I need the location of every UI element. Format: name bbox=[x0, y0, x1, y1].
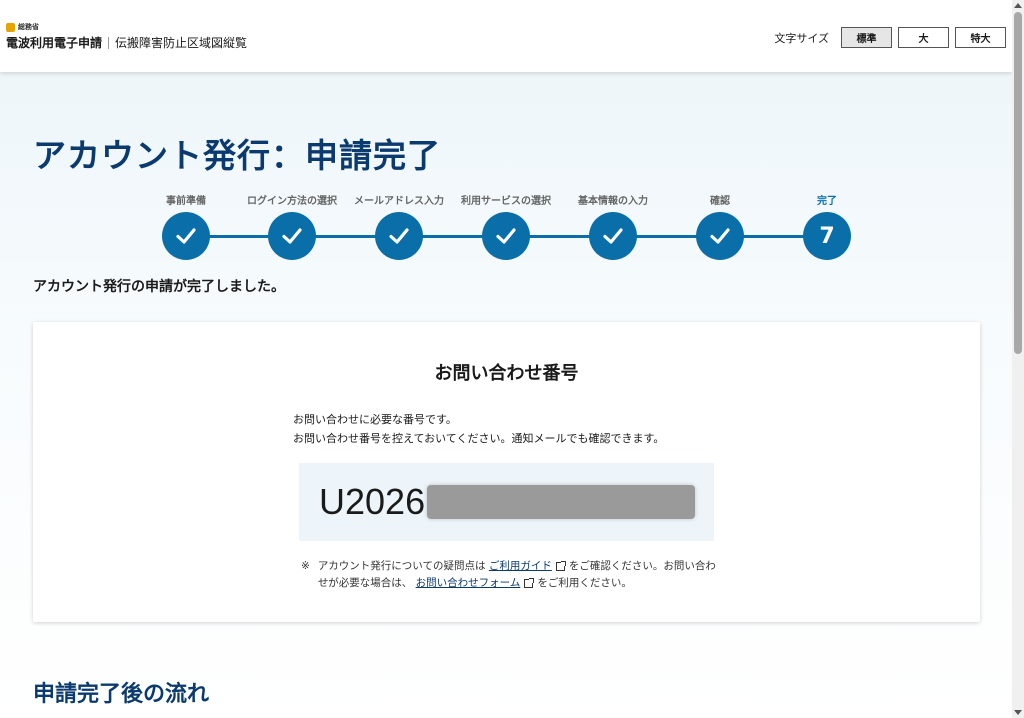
ministry-seal-icon bbox=[6, 22, 15, 32]
brand[interactable]: 総務省 電波利用電子申請 伝搬障害防止区域図縦覧 bbox=[6, 22, 247, 51]
system-title: 電波利用電子申請 bbox=[6, 36, 103, 50]
inquiry-number: U2026 bbox=[319, 481, 426, 522]
system-name: 電波利用電子申請 伝搬障害防止区域図縦覧 bbox=[6, 34, 247, 51]
font-size-label: 文字サイズ bbox=[774, 31, 829, 45]
step-done-check-icon bbox=[589, 212, 637, 260]
step-done-check-icon bbox=[162, 212, 210, 260]
step-label: メールアドレス入力 bbox=[354, 196, 444, 207]
completion-message: アカウント発行の申請が完了しました。 bbox=[33, 279, 285, 295]
inquiry-note: ※ アカウント発行についての疑問点は ご利用ガイド をご確認ください。お問い合わせ… bbox=[301, 558, 721, 592]
inquiry-description: お問い合わせに必要な番号です。 お問い合わせ番号を控えておいてください。通知メー… bbox=[293, 410, 664, 448]
flow-section-title: 申請完了後の流れ bbox=[33, 682, 210, 707]
note-text: をご利用ください。 bbox=[537, 577, 632, 589]
inquiry-number-title: お問い合わせ番号 bbox=[434, 363, 579, 384]
redacted-number-mask bbox=[427, 485, 696, 519]
step-done-check-icon bbox=[375, 212, 423, 260]
inquiry-description-line1: お問い合わせに必要な番号です。 bbox=[293, 413, 457, 426]
ministry-logo: 総務省 bbox=[6, 22, 247, 32]
step-label: 基本情報の入力 bbox=[578, 196, 648, 207]
step-label: 確認 bbox=[710, 196, 730, 207]
font-size-standard-button[interactable]: 標準 bbox=[841, 27, 892, 48]
font-size-switcher: 文字サイズ 標準 大 特大 bbox=[774, 27, 1006, 48]
external-link-icon bbox=[524, 577, 535, 588]
guide-link[interactable]: ご利用ガイド bbox=[489, 560, 552, 572]
step-current-number: 7 bbox=[803, 212, 851, 260]
title-divider bbox=[108, 36, 110, 49]
scrollbar-thumb[interactable] bbox=[1014, 12, 1022, 354]
inquiry-form-link[interactable]: お問い合わせフォーム bbox=[416, 577, 521, 589]
main-content: アカウント発行：申請完了 事前準備 ログイン方法の選択 メールアドレス入力 利用… bbox=[0, 72, 1012, 718]
inquiry-number-box: U2026 bbox=[299, 463, 714, 541]
external-link-icon bbox=[555, 560, 566, 571]
ministry-name: 総務省 bbox=[18, 23, 39, 31]
step-done-check-icon bbox=[482, 212, 530, 260]
step-label: 利用サービスの選択 bbox=[461, 196, 551, 207]
page-title: アカウント発行：申請完了 bbox=[33, 136, 441, 175]
step-done-check-icon bbox=[696, 212, 744, 260]
progress-stepper: 事前準備 ログイン方法の選択 メールアドレス入力 利用サービスの選択 基本情報の… bbox=[0, 192, 1012, 272]
inquiry-number-card: お問い合わせ番号 お問い合わせに必要な番号です。 お問い合わせ番号を控えておいて… bbox=[33, 322, 980, 622]
step-label: 事前準備 bbox=[166, 196, 206, 207]
site-header: 総務省 電波利用電子申請 伝搬障害防止区域図縦覧 文字サイズ 標準 大 特大 bbox=[0, 0, 1012, 72]
note-text: アカウント発行についての疑問点は bbox=[317, 560, 486, 572]
scroll-down-arrow-icon[interactable] bbox=[1014, 710, 1022, 715]
font-size-xlarge-button[interactable]: 特大 bbox=[955, 27, 1006, 48]
step-done-check-icon bbox=[268, 212, 316, 260]
subsystem-title: 伝搬障害防止区域図縦覧 bbox=[115, 36, 248, 50]
step-label: ログイン方法の選択 bbox=[247, 196, 337, 207]
inquiry-description-line2: お問い合わせ番号を控えておいてください。通知メールでも確認できます。 bbox=[293, 432, 665, 445]
vertical-scrollbar[interactable] bbox=[1012, 0, 1024, 718]
note-mark: ※ bbox=[301, 560, 310, 572]
font-size-large-button[interactable]: 大 bbox=[898, 27, 949, 48]
note-body: アカウント発行についての疑問点は ご利用ガイド をご確認ください。お問い合わせが必… bbox=[318, 558, 721, 592]
scroll-up-arrow-icon[interactable] bbox=[1014, 3, 1022, 8]
step-label-current: 完了 bbox=[817, 196, 837, 207]
